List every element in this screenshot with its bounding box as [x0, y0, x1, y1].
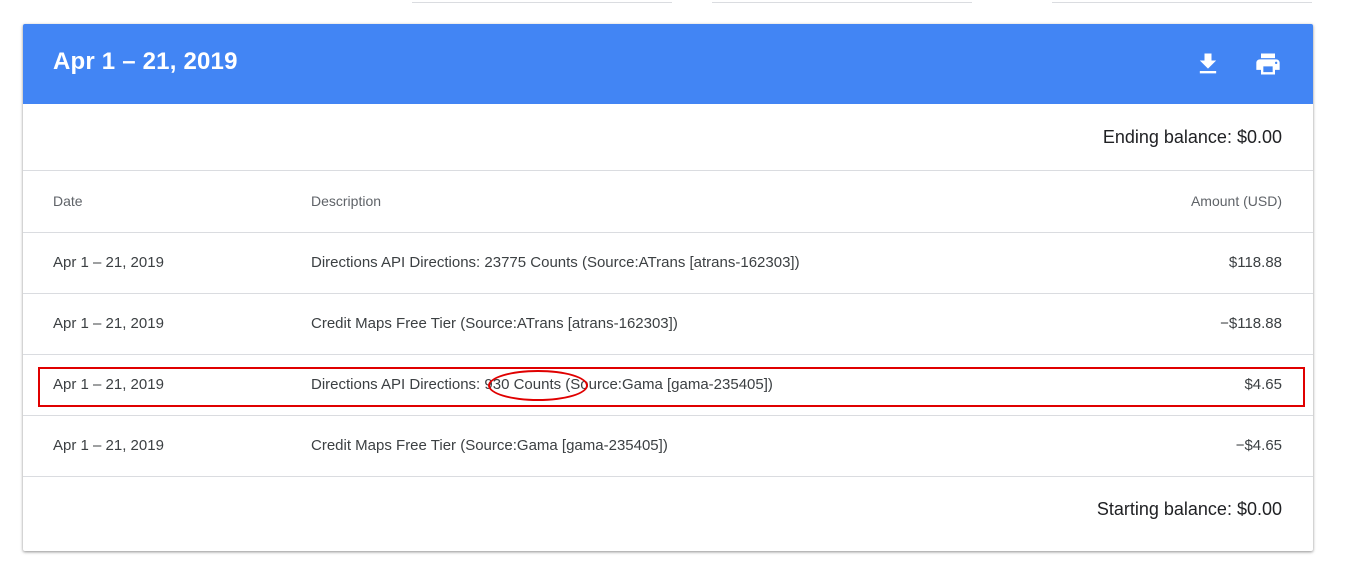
filter-field-underline[interactable]	[412, 2, 672, 3]
filter-field-underline[interactable]	[1052, 2, 1312, 3]
row-date: Apr 1 – 21, 2019	[53, 254, 164, 271]
top-filter-fields	[0, 0, 1346, 6]
highlight-rectangle-annotation	[38, 367, 1305, 407]
starting-balance: Starting balance: $0.00	[1096, 499, 1282, 519]
row-description: Credit Maps Free Tier (Source:ATrans [at…	[311, 315, 678, 332]
print-icon[interactable]	[1254, 50, 1282, 78]
highlight-oval-annotation	[488, 370, 588, 401]
column-header-description[interactable]: Description	[311, 171, 381, 231]
column-header-date[interactable]: Date	[53, 171, 83, 231]
divider	[23, 476, 1313, 477]
table-row: Apr 1 – 21, 2019 Credit Maps Free Tier (…	[23, 416, 1313, 476]
ending-balance: Ending balance: $0.00	[1102, 127, 1282, 147]
row-amount: −$118.88	[1220, 315, 1282, 332]
statement-period-title: Apr 1 – 21, 2019	[53, 48, 238, 75]
row-amount: −$4.65	[1235, 437, 1282, 454]
row-amount: $118.88	[1228, 254, 1282, 271]
row-date: Apr 1 – 21, 2019	[53, 437, 164, 454]
row-description: Directions API Directions: 23775 Counts …	[311, 254, 800, 271]
statement-header: Apr 1 – 21, 2019	[23, 24, 1313, 104]
table-header-row: Date Description Amount (USD)	[23, 171, 1313, 231]
column-header-amount[interactable]: Amount (USD)	[1191, 171, 1282, 231]
row-date: Apr 1 – 21, 2019	[53, 315, 164, 332]
table-row: Apr 1 – 21, 2019 Credit Maps Free Tier (…	[23, 294, 1313, 354]
download-icon[interactable]	[1194, 50, 1222, 78]
table-row: Apr 1 – 21, 2019 Directions API Directio…	[23, 233, 1313, 293]
row-description: Credit Maps Free Tier (Source:Gama [gama…	[311, 437, 668, 454]
statement-card: Apr 1 – 21, 2019 Ending balance: $0.00 D…	[23, 24, 1313, 551]
filter-field-underline[interactable]	[712, 2, 972, 3]
